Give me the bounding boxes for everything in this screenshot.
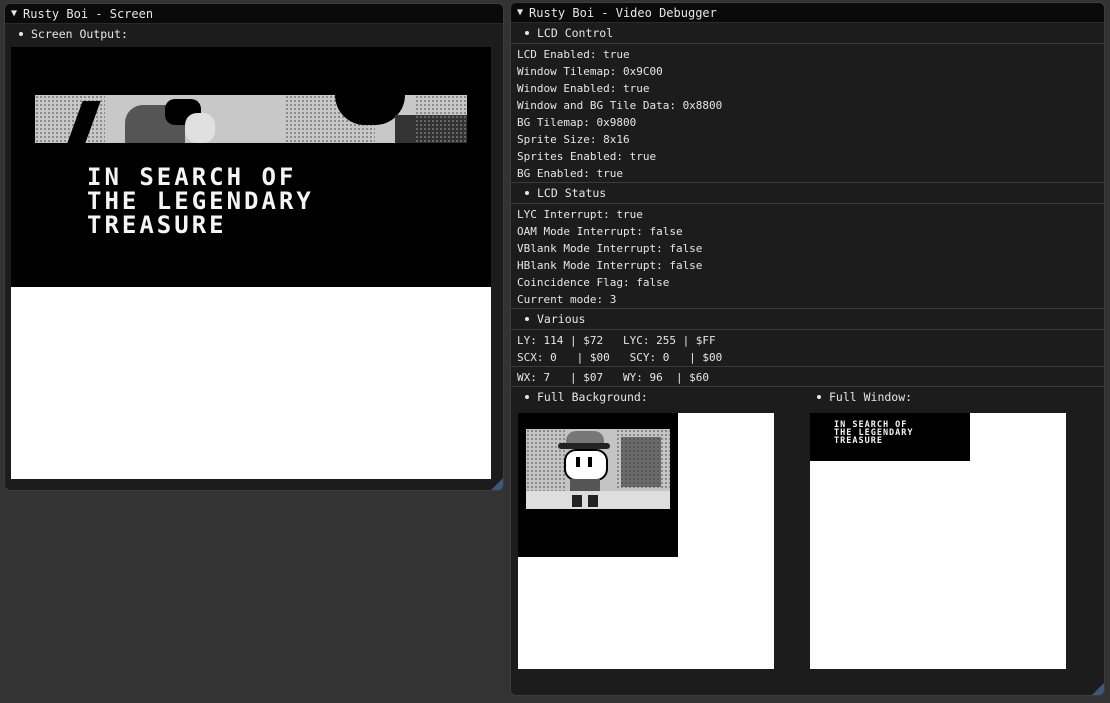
lyc-interrupt-text: LYC Interrupt: true — [517, 208, 643, 221]
vblank-interrupt-text: VBlank Mode Interrupt: false — [517, 242, 703, 255]
lcd-control-label: LCD Control — [537, 26, 614, 40]
current-mode-text: Current mode: 3 — [517, 293, 617, 306]
debugger-window-title: Rusty Boi - Video Debugger — [529, 5, 717, 20]
bg-black-region — [518, 413, 678, 557]
title-artwork — [35, 95, 467, 143]
lcd-enabled-text: LCD Enabled: true — [517, 48, 630, 61]
bg-enabled-text: BG Enabled: true — [517, 167, 623, 180]
bullet-icon — [525, 31, 529, 35]
sprites-enabled-text: Sprites Enabled: true — [517, 150, 657, 163]
tile-data-text: Window and BG Tile Data: 0x8800 — [517, 99, 723, 112]
full-background-label: Full Background: — [537, 390, 648, 404]
window-tilemap-text: Window Tilemap: 0x9C00 — [517, 65, 663, 78]
bullet-icon — [525, 317, 529, 321]
collapse-triangle-icon[interactable]: ▼ — [11, 8, 17, 19]
bullet-icon — [19, 32, 23, 36]
screen-window-title: Rusty Boi - Screen — [23, 6, 154, 21]
bg-scene-art — [526, 429, 670, 509]
ly-lyc-text: LY: 114 | $72 LYC: 255 | $FF — [517, 334, 716, 347]
various-label: Various — [537, 312, 586, 326]
game-title-text: IN SEARCH OF THE LEGENDARY TREASURE — [87, 165, 314, 237]
screen-output-header[interactable]: Screen Output: — [5, 24, 503, 44]
full-background-header[interactable]: Full Background: — [511, 387, 648, 407]
debugger-window-resize-grip[interactable] — [1092, 683, 1104, 695]
window-title-line-3: TREASURE — [834, 436, 883, 446]
game-title-line-1: IN SEARCH OF — [87, 163, 297, 191]
oam-interrupt-text: OAM Mode Interrupt: false — [517, 225, 683, 238]
lcd-status-header[interactable]: LCD Status — [511, 183, 1104, 203]
full-background-view — [518, 413, 774, 669]
screen-window-titlebar[interactable]: ▼ Rusty Boi - Screen — [5, 4, 503, 24]
full-window-header[interactable]: Full Window: — [803, 387, 912, 407]
bullet-icon — [525, 395, 529, 399]
various-header[interactable]: Various — [511, 309, 1104, 329]
screen-window: ▼ Rusty Boi - Screen Screen Output: IN S… — [4, 3, 504, 491]
lcd-control-header[interactable]: LCD Control — [511, 23, 1104, 43]
sprite-size-text: Sprite Size: 8x16 — [517, 133, 630, 146]
coincidence-flag-text: Coincidence Flag: false — [517, 276, 670, 289]
window-black-region: IN SEARCH OF THE LEGENDARY TREASURE — [810, 413, 970, 461]
game-title-line-2: THE LEGENDARY — [87, 187, 314, 215]
game-title-line-3: TREASURE — [87, 211, 227, 239]
scx-scy-text: SCX: 0 | $00 SCY: 0 | $00 — [517, 351, 723, 364]
collapse-triangle-icon[interactable]: ▼ — [517, 7, 523, 18]
wx-wy-text: WX: 7 | $07 WY: 96 | $60 — [517, 371, 710, 384]
window-title-text: IN SEARCH OF THE LEGENDARY TREASURE — [834, 421, 914, 446]
screen-window-resize-grip[interactable] — [491, 478, 503, 490]
hblank-interrupt-text: HBlank Mode Interrupt: false — [517, 259, 703, 272]
bullet-icon — [817, 395, 821, 399]
debugger-window: ▼ Rusty Boi - Video Debugger LCD Control… — [510, 2, 1105, 696]
screen-output-label: Screen Output: — [31, 27, 128, 41]
bg-tilemap-text: BG Tilemap: 0x9800 — [517, 116, 637, 129]
lcd-status-label: LCD Status — [537, 186, 607, 200]
full-window-label: Full Window: — [829, 390, 913, 404]
window-enabled-text: Window Enabled: true — [517, 82, 650, 95]
screen-black-area: IN SEARCH OF THE LEGENDARY TREASURE — [11, 47, 491, 287]
full-window-view: IN SEARCH OF THE LEGENDARY TREASURE — [810, 413, 1066, 669]
debugger-window-titlebar[interactable]: ▼ Rusty Boi - Video Debugger — [511, 3, 1104, 23]
bullet-icon — [525, 191, 529, 195]
emulator-screen: IN SEARCH OF THE LEGENDARY TREASURE — [11, 47, 491, 479]
